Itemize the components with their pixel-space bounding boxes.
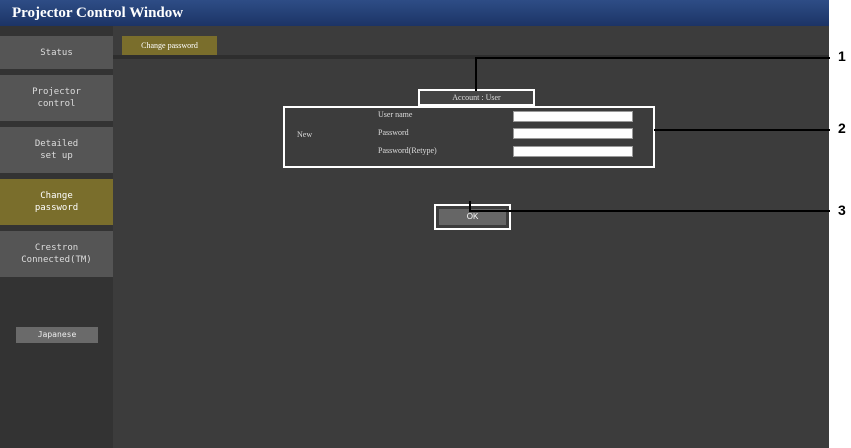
sidebar: Status Projector control Detailed set up… [0, 26, 113, 448]
callout-line-3-horizontal [469, 210, 830, 212]
callout-number-2: 2 [838, 120, 846, 136]
callout-line-1-vertical [475, 57, 477, 91]
window-title: Projector Control Window [0, 0, 829, 26]
callout-number-3: 3 [838, 202, 846, 218]
callout-line-2 [654, 129, 830, 131]
projector-control-window: Projector Control Window Status Projecto… [0, 0, 829, 448]
account-label: Account : User [418, 89, 535, 106]
user-name-label: User name [378, 110, 413, 119]
password-label: Password [378, 128, 409, 137]
ok-button-frame: OK [434, 204, 511, 230]
password-retype-input[interactable] [513, 146, 633, 157]
password-input[interactable] [513, 128, 633, 139]
main-panel: Change password Account : User New User … [113, 26, 829, 448]
japanese-language-button[interactable]: Japanese [16, 327, 98, 343]
callout-line-1-horizontal [475, 57, 830, 59]
sidebar-item-projector-control[interactable]: Projector control [0, 75, 113, 121]
password-retype-label: Password(Retype) [378, 146, 437, 155]
new-credentials-form: New User name Password Password(Retype) [283, 106, 655, 168]
sidebar-item-status[interactable]: Status [0, 36, 113, 69]
sidebar-item-detailed-set-up[interactable]: Detailed set up [0, 127, 113, 173]
callout-number-1: 1 [838, 48, 846, 64]
tab-change-password[interactable]: Change password [122, 36, 217, 55]
user-name-input[interactable] [513, 111, 633, 122]
sidebar-item-crestron-connected[interactable]: Crestron Connected(TM) [0, 231, 113, 277]
sidebar-item-change-password[interactable]: Change password [0, 179, 113, 225]
new-label: New [297, 130, 313, 139]
